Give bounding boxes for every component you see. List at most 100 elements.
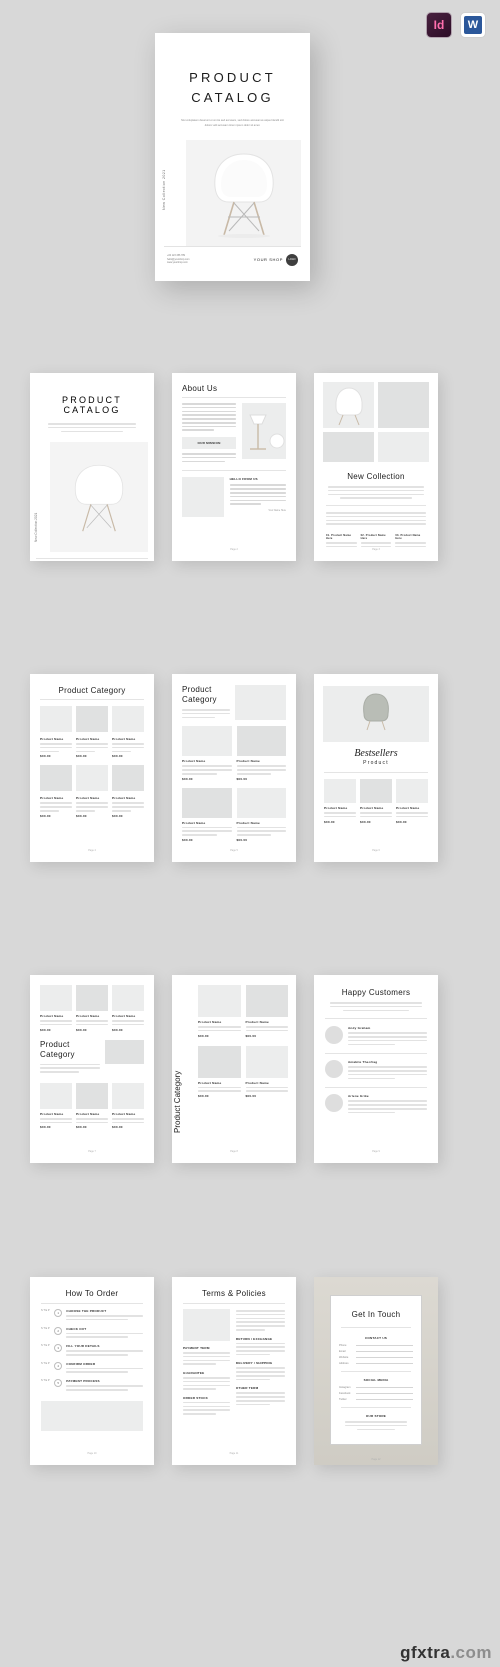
page-cover[interactable]: PRODUCT CATALOG New Collection 2021	[30, 373, 154, 561]
product-photo	[112, 985, 144, 1011]
product-name: Product Name	[112, 737, 136, 741]
watermark-domain: .com	[450, 1643, 492, 1662]
about-mission-heading: OUR MISSION	[197, 441, 221, 446]
hero-vertical-label: New Collection 2021	[162, 169, 166, 210]
chair-illustration	[74, 465, 124, 532]
product-price: $00.00	[396, 819, 407, 824]
terms-section-heading: GUARANTEE	[183, 1370, 205, 1375]
product-card: Product Name $00.00	[76, 1014, 108, 1032]
product-price: $00.00	[76, 813, 87, 818]
collection-photo-2	[378, 382, 429, 428]
product-photo	[76, 1082, 108, 1109]
page-new-collection[interactable]: New Collection 01. Product Name Here 02.…	[314, 373, 438, 561]
product-card: Product Name $00.00	[198, 1081, 241, 1099]
product-name: Product Name	[76, 737, 100, 741]
category3-page-number: Page 7	[88, 1150, 96, 1153]
product-name: Product Name	[182, 759, 206, 764]
cover-title-line2: CATALOG	[63, 405, 121, 415]
page-how-to-order[interactable]: How To Order STEP 1 CHOOSE THE PRODUCT S…	[30, 1277, 154, 1465]
field-input[interactable]	[356, 1363, 413, 1364]
field-input[interactable]	[356, 1393, 413, 1394]
avatar	[325, 1026, 343, 1045]
about-page-number: Page 2	[230, 548, 238, 551]
product-price: $00.00	[40, 1125, 51, 1130]
page-product-category-4[interactable]: Product Category Product Name $00.00 Pro…	[172, 975, 296, 1163]
hero-title-line1: PRODUCT	[189, 70, 276, 85]
indesign-badge[interactable]: Id	[426, 12, 452, 38]
terms-section-heading: OTHER TERM	[235, 1386, 259, 1391]
product-price: $00.00	[236, 838, 248, 843]
product-photo	[236, 787, 286, 818]
product-price: $00.00	[198, 1094, 209, 1099]
product-name: Product Name	[40, 1014, 64, 1018]
step-heading: CHOOSE THE PRODUCT	[66, 1309, 107, 1313]
product-photo	[40, 1082, 72, 1109]
product-card: Product Name $00.00	[360, 806, 392, 824]
category1-page-number: Page 4	[88, 849, 96, 852]
page-product-category-1[interactable]: Product Category Product Name $00.00 Pro…	[30, 674, 154, 862]
product-card: Product Name $00.00	[396, 806, 428, 824]
page-product-category-2[interactable]: Product Category Product Name $00.00 Pro…	[172, 674, 296, 862]
lamp-illustration	[249, 414, 285, 450]
field-input[interactable]	[356, 1357, 413, 1358]
step-label: STEP	[41, 1379, 51, 1383]
hero-cover-page[interactable]: PRODUCT CATALOG Nisi voluptatem deserunt…	[155, 33, 310, 281]
product-name: Product Name	[182, 820, 206, 825]
category3-side-photo	[105, 1039, 144, 1064]
field-label: Phone	[339, 1344, 347, 1347]
product-price: $00.00	[76, 1125, 87, 1130]
field-input[interactable]	[356, 1345, 413, 1346]
category2-hero-photo	[234, 685, 286, 721]
collection-photo-4	[378, 432, 429, 462]
step-heading: PAYMENT PROCESS	[66, 1379, 100, 1384]
contact-title: Get In Touch	[351, 1310, 401, 1319]
field-label: Facebook	[339, 1392, 351, 1395]
product-card: Product Name $00.00	[182, 821, 232, 842]
product-card: Product Name $00.00	[40, 1014, 72, 1032]
hero-subtitle: Nisi voluptatem deserunt et omnis sed ac…	[181, 119, 284, 127]
row-3: Product Name $00.00 Product Name $00.00 …	[0, 975, 500, 1165]
bestsellers-hero-photo	[323, 686, 429, 742]
field-input[interactable]	[356, 1387, 413, 1388]
product-photo	[324, 779, 356, 803]
category2-title-line1: Product	[182, 685, 212, 694]
store-heading: OUR STORE	[365, 1414, 387, 1418]
testimonial-name: Amabile Theofrag	[348, 1060, 378, 1065]
product-name: Product Name	[112, 1111, 136, 1116]
avatar	[325, 1094, 343, 1113]
product-card: Product Name $00.00	[182, 759, 232, 781]
product-name: Product Name	[40, 737, 64, 741]
category4-vertical-title: Product Category	[173, 1070, 182, 1133]
step-heading: FILL YOUR DETAILS	[66, 1344, 100, 1349]
product-price: $00.00	[182, 838, 193, 843]
page-get-in-touch[interactable]: Get In Touch CONTACT US Phone Email Webs…	[314, 1277, 438, 1465]
contact-heading: CONTACT US	[364, 1336, 388, 1340]
product-photo	[198, 985, 241, 1017]
product-price: $00.00	[198, 1033, 209, 1038]
product-photo	[245, 1045, 288, 1078]
field-input[interactable]	[356, 1351, 413, 1352]
word-badge[interactable]: W	[460, 12, 486, 38]
product-price: $00.00	[112, 813, 123, 818]
product-card: Product Name $00.00	[76, 735, 108, 758]
product-price: $00.00	[40, 813, 51, 818]
testimonial-name: Arlene Grike	[348, 1094, 369, 1099]
product-card: Product Name $00.00	[236, 821, 286, 843]
page-product-category-3[interactable]: Product Name $00.00 Product Name $00.00 …	[30, 975, 154, 1163]
product-photo	[76, 985, 108, 1011]
product-photo	[245, 985, 288, 1017]
product-photo	[112, 765, 144, 792]
page-terms-policies[interactable]: Terms & Policies PAYMENT TERM GUARANTEE …	[172, 1277, 296, 1465]
page-about-us[interactable]: About Us OUR MISSION HELLO FROM US Your …	[172, 373, 296, 561]
product-price: $00.00	[245, 1094, 257, 1099]
about-photo-lamp	[242, 403, 286, 459]
product-name: Product Name	[396, 806, 420, 810]
page-happy-customers[interactable]: Happy Customers Andy Graham Amabile Theo…	[314, 975, 438, 1163]
step-number: 4	[54, 1361, 63, 1370]
hero-sidebar: New Collection 2021	[162, 140, 186, 246]
page-bestsellers[interactable]: Bestsellers Product Product Name $00.00	[314, 674, 438, 862]
field-input[interactable]	[356, 1399, 413, 1400]
avatar	[325, 1060, 343, 1079]
product-name: Product Name	[198, 1020, 222, 1024]
field-label: Website	[339, 1356, 349, 1359]
